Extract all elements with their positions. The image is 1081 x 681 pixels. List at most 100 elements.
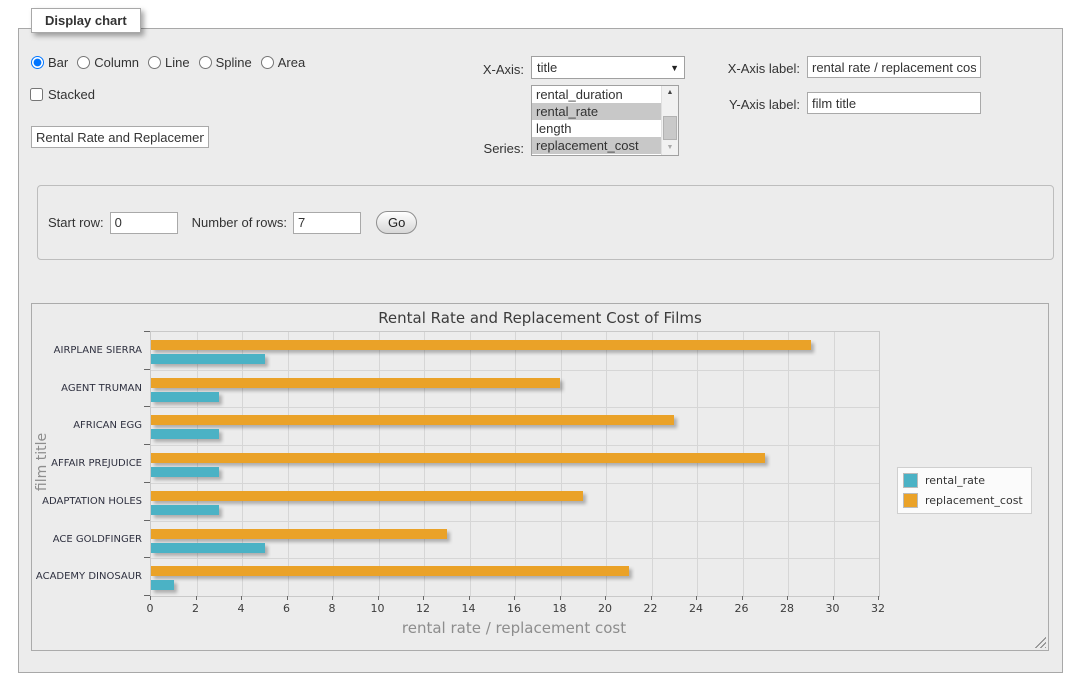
gridline <box>834 332 835 596</box>
x-tick-label: 6 <box>283 602 290 615</box>
bar-rental_rate <box>151 354 265 364</box>
y-tick-mark <box>144 444 150 445</box>
x-tick-mark <box>878 596 879 600</box>
series-option-replacement_cost[interactable]: replacement_cost <box>532 137 661 154</box>
bar-rental_rate <box>151 580 174 590</box>
category-label: AIRPLANE SIERRA <box>32 345 142 356</box>
chart-type-option-spline[interactable]: Spline <box>199 55 252 70</box>
chart-type-option-label: Area <box>278 55 305 70</box>
x-axis-label-input[interactable] <box>807 56 981 78</box>
chart-type-option-column[interactable]: Column <box>77 55 139 70</box>
bar-rental_rate <box>151 505 219 515</box>
bar-rental_rate <box>151 467 219 477</box>
bar-rental_rate <box>151 543 265 553</box>
x-tick-mark <box>423 596 424 600</box>
chart-type-radio-spline[interactable] <box>199 56 212 69</box>
x-tick-mark <box>469 596 470 600</box>
x-tick-mark <box>241 596 242 600</box>
chart-type-option-label: Spline <box>216 55 252 70</box>
x-tick-label: 2 <box>192 602 199 615</box>
x-axis-select[interactable]: title ▼ <box>531 56 685 79</box>
x-axis-title: rental rate / replacement cost <box>150 619 878 637</box>
category-label: AGENT TRUMAN <box>32 383 142 394</box>
x-tick-label: 26 <box>735 602 749 615</box>
chart-panel: Rental Rate and Replacement Cost of Film… <box>31 303 1049 651</box>
x-tick-label: 4 <box>238 602 245 615</box>
start-row-label: Start row: <box>48 215 104 230</box>
chart-type-option-bar[interactable]: Bar <box>31 55 68 70</box>
series-listbox[interactable]: rental_durationrental_ratelengthreplacem… <box>531 85 679 156</box>
stacked-checkbox-row[interactable]: Stacked <box>30 87 95 102</box>
chart-legend: rental_ratereplacement_cost <box>897 467 1032 514</box>
y-tick-mark <box>144 557 150 558</box>
bar-replacement_cost <box>151 453 765 463</box>
bar-rental_rate <box>151 392 219 402</box>
chart-type-radio-line[interactable] <box>148 56 161 69</box>
chart-type-radio-bar[interactable] <box>31 56 44 69</box>
series-option-rental_rate[interactable]: rental_rate <box>532 103 661 120</box>
category-label: AFRICAN EGG <box>32 420 142 431</box>
number-of-rows-input[interactable] <box>293 212 361 234</box>
gridline <box>379 332 380 596</box>
gridline <box>151 558 879 559</box>
x-tick-label: 24 <box>689 602 703 615</box>
scrollbar-thumb[interactable] <box>663 116 677 140</box>
x-tick-label: 10 <box>371 602 385 615</box>
chart-type-option-area[interactable]: Area <box>261 55 305 70</box>
number-of-rows-label: Number of rows: <box>192 215 287 230</box>
x-tick-mark <box>196 596 197 600</box>
y-axis-label-input[interactable] <box>807 92 981 114</box>
x-tick-label: 16 <box>507 602 521 615</box>
chart-type-radio-area[interactable] <box>261 56 274 69</box>
scroll-up-icon[interactable]: ▲ <box>662 87 678 99</box>
scroll-down-icon[interactable]: ▼ <box>662 142 678 154</box>
bar-replacement_cost <box>151 491 583 501</box>
series-options: rental_durationrental_ratelengthreplacem… <box>532 86 661 154</box>
y-tick-mark <box>144 369 150 370</box>
x-tick-mark <box>378 596 379 600</box>
resize-handle[interactable] <box>1034 636 1046 648</box>
y-tick-mark <box>144 331 150 332</box>
plot-area <box>150 331 880 597</box>
gridline <box>515 332 516 596</box>
chart-title-input[interactable] <box>31 126 209 148</box>
x-tick-mark <box>651 596 652 600</box>
chart-type-option-line[interactable]: Line <box>148 55 190 70</box>
stacked-label: Stacked <box>48 87 95 102</box>
stacked-checkbox[interactable] <box>30 88 43 101</box>
x-tick-mark <box>514 596 515 600</box>
gridline <box>788 332 789 596</box>
gridline <box>743 332 744 596</box>
gridline <box>333 332 334 596</box>
series-option-rental_duration[interactable]: rental_duration <box>532 86 661 103</box>
x-tick-label: 22 <box>644 602 658 615</box>
bar-replacement_cost <box>151 415 674 425</box>
display-chart-fieldset: Display chart BarColumnLineSplineArea St… <box>18 28 1063 673</box>
gridline <box>697 332 698 596</box>
x-tick-mark <box>833 596 834 600</box>
gridline <box>151 521 879 522</box>
chart-type-option-label: Bar <box>48 55 68 70</box>
legend-swatch <box>903 493 918 508</box>
gridline <box>652 332 653 596</box>
legend-swatch <box>903 473 918 488</box>
start-row-input[interactable] <box>110 212 178 234</box>
chart-type-option-label: Line <box>165 55 190 70</box>
chart-type-radio-column[interactable] <box>77 56 90 69</box>
gridline <box>242 332 243 596</box>
series-scrollbar[interactable]: ▲ ▼ <box>661 86 678 155</box>
bar-replacement_cost <box>151 566 629 576</box>
x-tick-mark <box>696 596 697 600</box>
category-label: ACADEMY DINOSAUR <box>32 571 142 582</box>
gridline <box>151 370 879 371</box>
rows-panel: Start row: Number of rows: Go <box>37 185 1054 260</box>
gridline <box>470 332 471 596</box>
x-tick-label: 32 <box>871 602 885 615</box>
gridline <box>151 483 879 484</box>
bar-replacement_cost <box>151 340 811 350</box>
gridline <box>151 445 879 446</box>
x-tick-label: 14 <box>462 602 476 615</box>
series-option-length[interactable]: length <box>532 120 661 137</box>
go-button[interactable]: Go <box>376 211 417 234</box>
chevron-down-icon: ▼ <box>670 57 679 79</box>
